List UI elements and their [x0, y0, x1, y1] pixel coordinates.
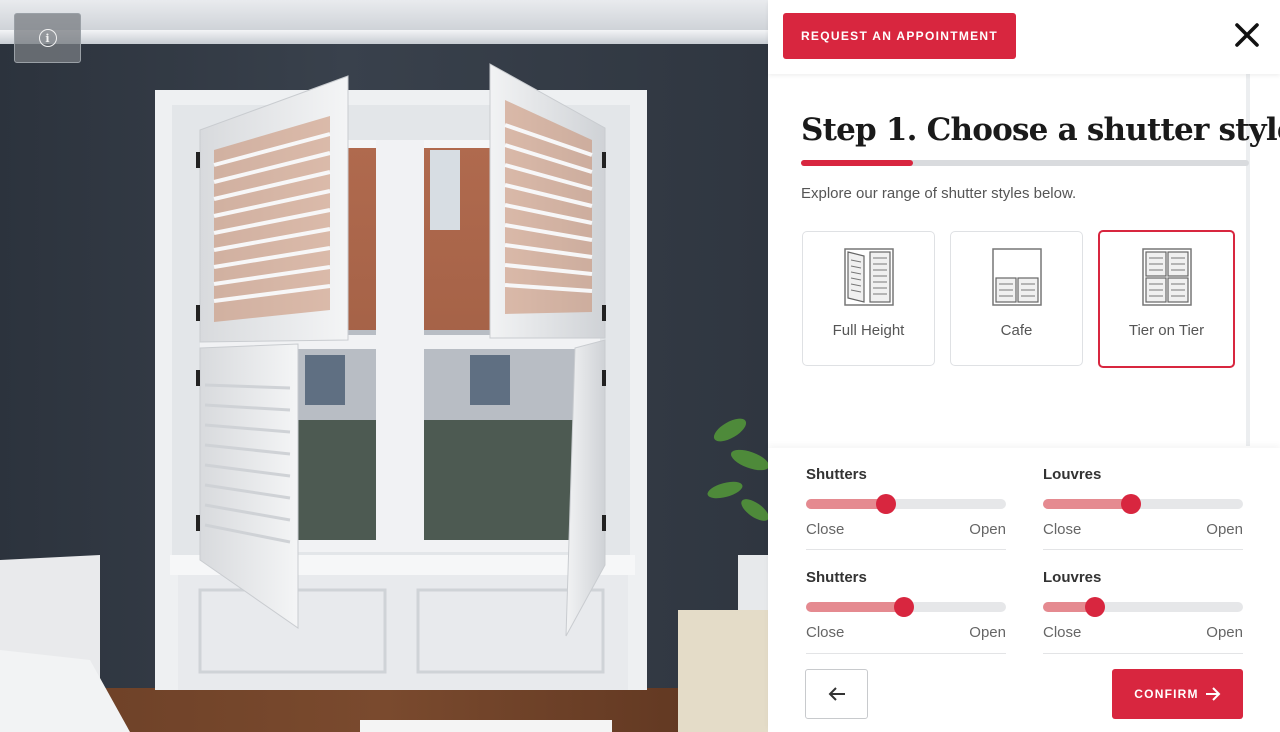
divider — [806, 653, 1006, 654]
step-progress-fill — [801, 160, 913, 166]
step-description: Explore our range of shutter styles belo… — [801, 185, 1077, 202]
slider-max-label: Open — [1206, 521, 1243, 538]
top-louvres-control: Louvres Close Open — [1043, 466, 1243, 538]
info-button[interactable]: i — [14, 13, 81, 63]
control-label: Shutters — [806, 466, 867, 483]
window-with-shutters-render — [0, 63, 768, 732]
top-shutters-control: Shutters Close Open — [806, 466, 1006, 538]
request-appointment-button[interactable]: REQUEST AN APPOINTMENT — [783, 13, 1016, 59]
slider-min-label: Close — [806, 624, 845, 641]
full-height-shutter-icon — [843, 248, 894, 306]
shutter-style-options: Full Height Cafe Tier on Tier — [802, 230, 1235, 368]
divider — [1043, 653, 1243, 654]
slider-min-label: Close — [806, 521, 845, 538]
slider-fill — [806, 602, 904, 612]
confirm-button[interactable]: CONFIRM — [1112, 669, 1243, 719]
slider-min-label: Close — [1043, 624, 1082, 641]
configurator-panel: REQUEST AN APPOINTMENT Step 1. Choose a … — [768, 0, 1280, 732]
bottom-louvres-slider[interactable] — [1043, 597, 1243, 617]
bottom-shutters-control: Shutters Close Open — [806, 569, 1006, 641]
style-option-full-height[interactable]: Full Height — [802, 231, 935, 366]
top-shutters-slider[interactable] — [806, 494, 1006, 514]
slider-thumb[interactable] — [1085, 597, 1105, 617]
room-preview-scene[interactable]: i — [0, 0, 768, 732]
slider-max-label: Open — [1206, 624, 1243, 641]
style-option-label: Tier on Tier — [1128, 322, 1205, 339]
arrow-right-icon — [1205, 687, 1221, 701]
style-option-label: Full Height — [832, 322, 905, 339]
divider — [1043, 549, 1243, 550]
slider-min-label: Close — [1043, 521, 1082, 538]
top-louvres-slider[interactable] — [1043, 494, 1243, 514]
slider-max-label: Open — [969, 624, 1006, 641]
tier-on-tier-shutter-icon — [1141, 248, 1192, 306]
control-label: Shutters — [806, 569, 867, 586]
close-icon — [1235, 23, 1259, 47]
step-title: Step 1. Choose a shutter style — [801, 112, 1280, 148]
info-icon: i — [38, 29, 57, 47]
control-label: Louvres — [1043, 569, 1102, 586]
style-option-tier-on-tier[interactable]: Tier on Tier — [1098, 230, 1235, 368]
slider-fill — [806, 499, 886, 509]
close-button[interactable] — [1230, 18, 1264, 52]
control-label: Louvres — [1043, 466, 1102, 483]
style-option-cafe[interactable]: Cafe — [950, 231, 1083, 366]
bottom-louvres-control: Louvres Close Open — [1043, 569, 1243, 641]
panel-header: REQUEST AN APPOINTMENT — [768, 0, 1280, 74]
divider — [806, 549, 1006, 550]
cafe-shutter-icon — [991, 248, 1042, 306]
bottom-shutters-slider[interactable] — [806, 597, 1006, 617]
style-option-label: Cafe — [1000, 322, 1033, 339]
confirm-label: CONFIRM — [1134, 687, 1199, 701]
slider-fill — [1043, 499, 1131, 509]
arrow-left-icon — [828, 687, 845, 701]
step-progress-bar — [801, 160, 1249, 166]
back-button[interactable] — [805, 669, 868, 719]
slider-thumb[interactable] — [876, 494, 896, 514]
slider-thumb[interactable] — [894, 597, 914, 617]
slider-thumb[interactable] — [1121, 494, 1141, 514]
slider-max-label: Open — [969, 521, 1006, 538]
